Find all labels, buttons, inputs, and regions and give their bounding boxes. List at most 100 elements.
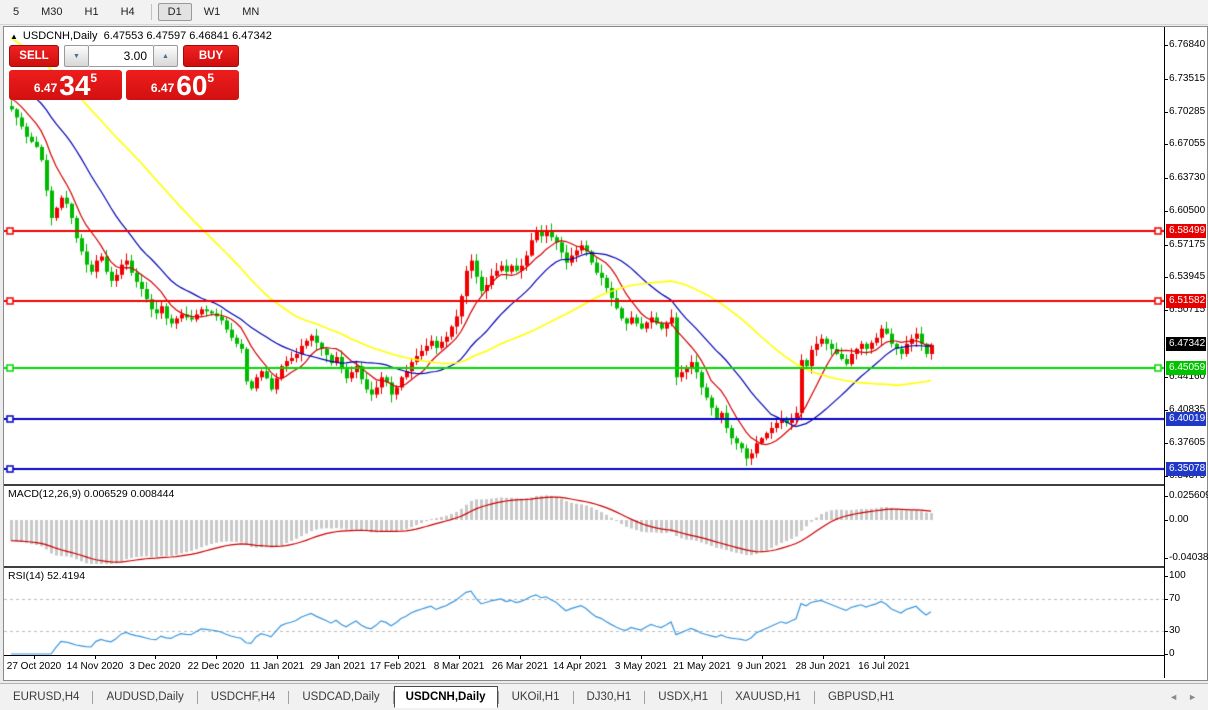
- axis-tick-mark: [1165, 79, 1168, 80]
- chart-title: ▲ USDCNH,Daily 6.47553 6.47597 6.46841 6.…: [10, 30, 272, 42]
- price-tick-label: 6.70285: [1169, 106, 1206, 117]
- axis-tick-mark: [1165, 245, 1168, 246]
- buy-pipette: 5: [207, 71, 215, 85]
- chart-tab-audusd[interactable]: AUDUSD,Daily: [93, 687, 196, 707]
- date-tick-mark: [338, 656, 339, 659]
- date-tick-mark: [34, 656, 35, 659]
- axis-tick-mark: [1165, 476, 1168, 477]
- rsi-panel: RSI(14) 52.4194: [4, 566, 1164, 657]
- current-price-badge: 6.47342: [1166, 337, 1206, 351]
- date-label: 17 Feb 2021: [369, 661, 427, 672]
- chart-tab-xauusd[interactable]: XAUUSD,H1: [722, 687, 814, 707]
- chart-area[interactable]: ▲ USDCNH,Daily 6.47553 6.47597 6.46841 6.…: [4, 27, 1164, 678]
- timeframe-button-w1[interactable]: W1: [194, 3, 231, 21]
- price-tick-label: 6.73515: [1169, 73, 1206, 84]
- volume-input[interactable]: [89, 45, 153, 67]
- trading-terminal: 5 M30 H1 H4 D1 W1 MN ▲ USDCNH,Daily 6.47553 6.4…: [0, 0, 1208, 710]
- tab-scroll-right-icon[interactable]: ►: [1183, 692, 1202, 702]
- price-tick-label: 6.67055: [1169, 138, 1206, 149]
- date-axis[interactable]: 27 Oct 2020 14 Nov 2020 3 Dec 2020 22 Dec 2…: [4, 655, 1164, 678]
- axis-tick-mark: [1165, 599, 1168, 600]
- chart-window: ▲ USDCNH,Daily 6.47553 6.47597 6.46841 6.…: [3, 26, 1208, 681]
- chart-tab-bar: EURUSD,H4 AUDUSD,Daily USDCHF,H4 USDCAD,Dai…: [0, 683, 1208, 710]
- date-label: 29 Jan 2021: [310, 661, 366, 672]
- chart-tab-ukoil[interactable]: UKOil,H1: [499, 687, 573, 707]
- price-tick-label: 6.63730: [1169, 172, 1206, 183]
- axis-tick-mark: [1165, 45, 1168, 46]
- macd-label: MACD(12,26,9) 0.006529 0.008444: [8, 488, 175, 500]
- date-label: 14 Nov 2020: [66, 661, 124, 672]
- axis-tick-mark: [1165, 377, 1168, 378]
- chart-tab-usdcad[interactable]: USDCAD,Daily: [289, 687, 392, 707]
- chart-tab-usdchf[interactable]: USDCHF,H4: [198, 687, 289, 707]
- macd-panel: MACD(12,26,9) 0.006529 0.008444: [4, 484, 1164, 568]
- axis-tick-mark: [1165, 310, 1168, 311]
- rsi-tick-label: 100: [1169, 570, 1186, 581]
- timeframe-button-5[interactable]: 5: [3, 3, 29, 21]
- date-label: 16 Jul 2021: [858, 661, 910, 672]
- chart-tab-eurusd[interactable]: EURUSD,H4: [0, 687, 92, 707]
- date-tick-mark: [95, 656, 96, 659]
- timeframe-button-d1[interactable]: D1: [157, 3, 192, 21]
- spin-down-icon: ▼: [73, 52, 80, 60]
- date-label: 8 Mar 2021: [433, 661, 485, 672]
- macd-tick-label: -0.04038: [1169, 552, 1208, 563]
- one-click-trade-panel: SELL ▼ ▲ BUY 6.47345 6.47605: [9, 45, 241, 100]
- price-tick-label: 6.37605: [1169, 437, 1206, 448]
- date-label: 11 Jan 2021: [249, 661, 305, 672]
- sell-big-figure: 6.47: [33, 81, 58, 95]
- volume-increase-button[interactable]: ▲: [153, 45, 178, 67]
- tab-scroll-arrows: ◄ ►: [1164, 692, 1208, 702]
- axis-tick-mark: [1165, 496, 1168, 497]
- date-tick-mark: [277, 656, 278, 659]
- sell-pipette: 5: [90, 71, 98, 85]
- axis-tick-mark: [1165, 410, 1168, 411]
- date-tick-mark: [762, 656, 763, 659]
- price-tick-label: 6.57175: [1169, 239, 1206, 250]
- date-label: 14 Apr 2021: [553, 661, 607, 672]
- date-tick-mark: [580, 656, 581, 659]
- date-label: 3 May 2021: [614, 661, 668, 672]
- price-level-badge: 6.51582: [1166, 294, 1206, 308]
- price-level-badge: 6.35078: [1166, 462, 1206, 476]
- chart-tab-usdx[interactable]: USDX,H1: [645, 687, 721, 707]
- date-label: 26 Mar 2021: [491, 661, 549, 672]
- date-label: 28 Jun 2021: [795, 661, 851, 672]
- timeframe-button-m30[interactable]: M30: [31, 3, 72, 21]
- axis-tick-mark: [1165, 178, 1168, 179]
- date-tick-mark: [520, 656, 521, 659]
- axis-tick-mark: [1165, 654, 1168, 655]
- chart-tab-gbpusd[interactable]: GBPUSD,H1: [815, 687, 907, 707]
- timeframe-button-h1[interactable]: H1: [75, 3, 109, 21]
- date-tick-mark: [398, 656, 399, 659]
- rsi-canvas: [4, 568, 1164, 655]
- buy-price-display[interactable]: 6.47 60 5: [126, 70, 239, 100]
- axis-tick-mark: [1165, 211, 1168, 212]
- buy-button[interactable]: BUY: [183, 45, 239, 67]
- tab-scroll-left-icon[interactable]: ◄: [1164, 692, 1183, 702]
- axis-tick-mark: [1165, 277, 1168, 278]
- rsi-tick-label: 0: [1169, 648, 1175, 659]
- date-tick-mark: [823, 656, 824, 659]
- macd-tick-label: 0.00: [1169, 514, 1189, 525]
- chart-tab-usdcnh[interactable]: USDCNH,Daily: [393, 686, 498, 708]
- chart-tab-dj30[interactable]: DJ30,H1: [574, 687, 645, 707]
- symbol-title: USDCNH,Daily: [22, 30, 98, 42]
- date-tick-mark: [641, 656, 642, 659]
- sell-pips: 34: [59, 70, 91, 101]
- timeframe-button-mn[interactable]: MN: [232, 3, 269, 21]
- macd-tick-label: 0.025609: [1169, 490, 1208, 501]
- date-tick-mark: [459, 656, 460, 659]
- price-axis[interactable]: 6.76840 6.73515 6.70285 6.67055 6.63730 6.605…: [1164, 27, 1208, 678]
- price-level-badge: 6.45059: [1166, 361, 1206, 375]
- timeframe-button-h4[interactable]: H4: [111, 3, 145, 21]
- axis-tick-mark: [1165, 144, 1168, 145]
- volume-decrease-button[interactable]: ▼: [64, 45, 89, 67]
- price-level-badge: 6.58499: [1166, 224, 1206, 238]
- sell-button[interactable]: SELL: [9, 45, 59, 67]
- date-tick-mark: [155, 656, 156, 659]
- collapse-arrow-icon[interactable]: ▲: [10, 32, 18, 41]
- macd-canvas: [4, 486, 1164, 566]
- sell-price-display[interactable]: 6.47 34 5: [9, 70, 122, 100]
- axis-tick-mark: [1165, 576, 1168, 577]
